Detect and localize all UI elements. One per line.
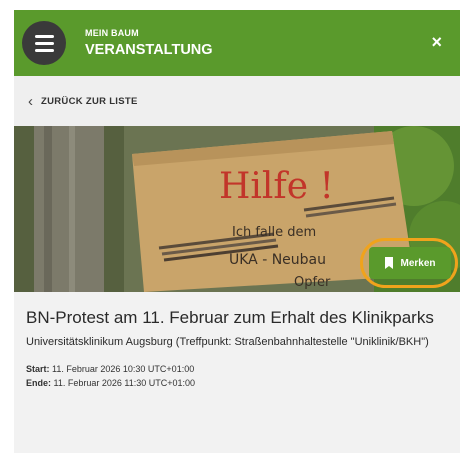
event-title: BN-Protest am 11. Februar zum Erhalt des… — [26, 308, 434, 327]
menu-button[interactable] — [22, 21, 66, 65]
merken-button[interactable]: Merken — [369, 247, 451, 279]
back-to-list-link[interactable]: ‹ ZURÜCK ZUR LISTE — [14, 76, 460, 126]
chevron-left-icon: ‹ — [28, 92, 33, 110]
event-details: BN-Protest am 11. Februar zum Erhalt des… — [14, 292, 460, 453]
hamburger-icon — [34, 34, 54, 38]
hamburger-icon-line — [34, 41, 54, 45]
header-titles: MEIN BAUM VERANSTALTUNG — [85, 27, 213, 59]
start-row: Start: 11. Februar 2026 10:30 UTC+01:00 — [26, 362, 448, 376]
sign-text-2: Ich falle dem — [232, 225, 316, 240]
merken-label: Merken — [400, 257, 436, 269]
sign-text-3: UKA - Neubau — [229, 252, 326, 268]
app-header: MEIN BAUM VERANSTALTUNG × — [14, 10, 460, 76]
page-title: VERANSTALTUNG — [85, 42, 213, 58]
app-name: MEIN BAUM — [85, 28, 139, 38]
end-row: Ende: 11. Februar 2026 11:30 UTC+01:00 — [26, 376, 448, 390]
sign-text-4: Opfer — [294, 275, 331, 290]
start-label: Start: — [26, 364, 50, 374]
end-value: 11. Februar 2026 11:30 UTC+01:00 — [53, 378, 196, 388]
close-button[interactable]: × — [431, 32, 442, 52]
sign-text-1: Hilfe ! — [219, 166, 334, 207]
back-label: ZURÜCK ZUR LISTE — [41, 95, 138, 107]
start-value: 11. Februar 2026 10:30 UTC+01:00 — [52, 364, 195, 374]
hamburger-icon-line — [34, 48, 54, 52]
end-label: Ende: — [26, 378, 52, 388]
event-times: Start: 11. Februar 2026 10:30 UTC+01:00 … — [26, 362, 448, 390]
event-location: Universitätsklinikum Augsburg (Treffpunk… — [26, 336, 429, 348]
bookmark-icon — [385, 257, 394, 269]
